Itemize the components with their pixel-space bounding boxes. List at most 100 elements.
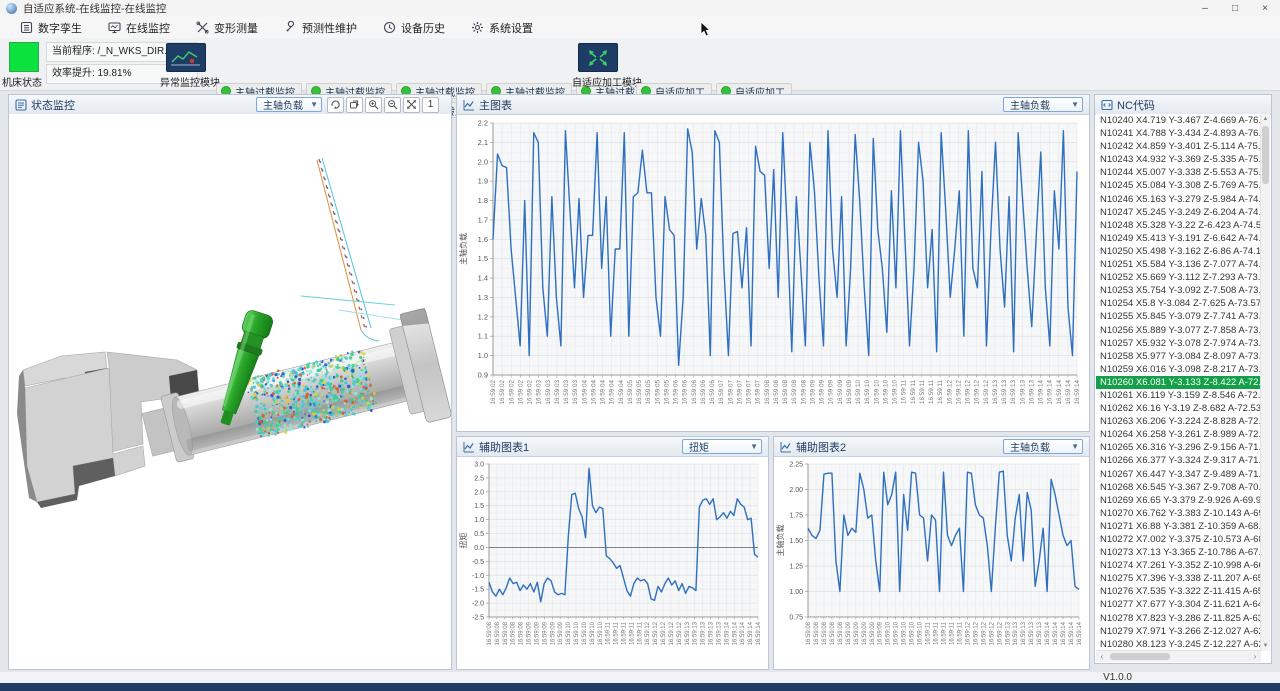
zoom-in-button[interactable] — [365, 97, 382, 113]
left-panel-signal-dropdown[interactable]: 主轴负载▼ — [256, 97, 322, 112]
svg-text:16:59:08: 16:59:08 — [773, 380, 780, 405]
anomaly-module[interactable]: 异常监控模块 — [160, 43, 212, 89]
menu-item-device-history[interactable]: 设备历史 — [377, 18, 451, 38]
menu-item-digital-twin[interactable]: 数字孪生 — [14, 18, 88, 38]
nc-code-line[interactable]: N10275 X7.396 Y-3.338 Z-11.207 A-65.95 — [1096, 572, 1261, 585]
nc-code-line[interactable]: N10254 X5.8 Y-3.084 Z-7.625 A-73.571 C — [1096, 297, 1261, 310]
scroll-down-icon[interactable]: ▼ — [1261, 641, 1270, 651]
nc-code-line[interactable]: N10272 X7.002 Y-3.375 Z-10.573 A-68.05 — [1096, 533, 1261, 546]
anomaly-module-label: 异常监控模块 — [160, 74, 212, 89]
nc-code-line[interactable]: N10249 X5.413 Y-3.191 Z-6.642 A-74.346 — [1096, 232, 1261, 245]
svg-text:2.2: 2.2 — [478, 119, 488, 128]
zoom-out-button[interactable] — [384, 97, 401, 113]
main-chart-signal-dropdown[interactable]: 主轴负载▼ — [1003, 97, 1083, 112]
scroll-right-icon[interactable]: › — [1249, 652, 1261, 661]
nc-code-line[interactable]: N10277 X7.677 Y-3.304 Z-11.621 A-64.48 — [1096, 598, 1261, 611]
nc-code-line[interactable]: N10264 X6.258 Y-3.261 Z-8.989 A-72.072 — [1096, 428, 1261, 441]
menu-item-settings[interactable]: 系统设置 — [465, 18, 539, 38]
maximize-button[interactable]: □ — [1220, 0, 1250, 17]
nc-code-line[interactable]: N10273 X7.13 Y-3.365 Z-10.786 A-67.372 — [1096, 546, 1261, 559]
nc-code-line[interactable]: N10255 X5.845 Y-3.079 Z-7.741 A-73.458 — [1096, 310, 1261, 323]
nc-code-line-selected[interactable]: N10260 X6.081 Y-3.133 Z-8.422 A-72.835 — [1096, 376, 1261, 389]
svg-text:16:59:14: 16:59:14 — [1053, 621, 1059, 645]
aux-chart1-signal-dropdown[interactable]: 扭矩▼ — [682, 439, 762, 454]
svg-text:16:59:09: 16:59:09 — [819, 380, 826, 405]
nc-code-line[interactable]: N10270 X6.762 Y-3.383 Z-10.143 A-69.34 — [1096, 507, 1261, 520]
nc-code-line[interactable]: N10266 X6.377 Y-3.324 Z-9.317 A-71.443 — [1096, 454, 1261, 467]
menu-item-deform-measure[interactable]: 变形测量 — [190, 18, 264, 38]
svg-text:16:59:03: 16:59:03 — [545, 380, 552, 405]
nc-code-line[interactable]: N10257 X5.932 Y-3.078 Z-7.974 A-73.243 — [1096, 337, 1261, 350]
nc-code-line[interactable]: N10253 X5.754 Y-3.092 Z-7.508 A-73.677 — [1096, 284, 1261, 297]
scroll-left-icon[interactable]: ‹ — [1096, 652, 1108, 661]
pan-view-button[interactable] — [346, 97, 363, 113]
deform-measure-icon — [196, 21, 209, 34]
svg-text:16:59:09: 16:59:09 — [870, 621, 876, 645]
svg-text:16:59:10: 16:59:10 — [582, 621, 588, 645]
nc-code-line[interactable]: N10268 X6.545 Y-3.367 Z-9.708 A-70.519 — [1096, 481, 1261, 494]
nc-code-line[interactable]: N10251 X5.584 Y-3.136 Z-7.077 A-74.012 — [1096, 258, 1261, 271]
nc-code-line[interactable]: N10242 X4.859 Y-3.401 Z-5.114 A-75.775 — [1096, 140, 1261, 153]
nc-code-line[interactable]: N10243 X4.932 Y-3.369 Z-5.335 A-75.523 — [1096, 153, 1261, 166]
menu-item-predictive-maintenance[interactable]: 预测性维护 — [278, 18, 363, 38]
nc-vscroll-thumb[interactable] — [1262, 126, 1269, 184]
svg-text:16:59:10: 16:59:10 — [566, 621, 572, 645]
nc-code-line[interactable]: N10246 X5.163 Y-3.279 Z-5.984 A-74.892 — [1096, 193, 1261, 206]
nc-code-line[interactable]: N10278 X7.823 Y-3.286 Z-11.825 A-63.73 — [1096, 612, 1261, 625]
svg-text:1.2: 1.2 — [478, 312, 488, 321]
nc-code-line[interactable]: N10258 X5.977 Y-3.084 Z-8.097 A-73.138 — [1096, 350, 1261, 363]
nc-code-line[interactable]: N10267 X6.447 Y-3.347 Z-9.489 A-71.055 — [1096, 468, 1261, 481]
svg-text:16:59:09: 16:59:09 — [854, 621, 860, 645]
svg-text:16:59:14: 16:59:14 — [1045, 621, 1051, 645]
nc-code-line[interactable]: N10271 X6.88 Y-3.381 Z-10.359 A-68.711 — [1096, 520, 1261, 533]
menu-item-online-monitor[interactable]: 在线监控 — [102, 18, 176, 38]
nc-code-line[interactable]: N10256 X5.889 Y-3.077 Z-7.858 A-73.348 — [1096, 324, 1261, 337]
close-button[interactable]: × — [1250, 0, 1280, 17]
nc-code-line[interactable]: N10276 X7.535 Y-3.322 Z-11.415 A-65.22 — [1096, 585, 1261, 598]
nc-hscroll-thumb[interactable] — [1110, 653, 1170, 660]
svg-text:16:59:11: 16:59:11 — [942, 621, 948, 645]
nc-code-line[interactable]: N10269 X6.65 Y-3.379 Z-9.926 A-69.947 C — [1096, 494, 1261, 507]
nc-code-line[interactable]: N10240 X4.719 Y-3.467 Z-4.669 A-76.396 — [1096, 114, 1261, 127]
svg-text:16:59:06: 16:59:06 — [682, 380, 689, 405]
nc-code-line[interactable]: N10262 X6.16 Y-3.19 Z-8.682 A-72.534 C — [1096, 402, 1261, 415]
rotate-view-button[interactable] — [327, 97, 344, 113]
machine-status-label: 机床状态 — [2, 74, 42, 89]
aux-chart2-signal-dropdown[interactable]: 主轴负载▼ — [1003, 439, 1083, 454]
nc-horizontal-scrollbar[interactable]: ‹ › — [1096, 650, 1261, 662]
nc-code-line[interactable]: N10247 X5.245 Y-3.249 Z-6.204 A-74.701 — [1096, 206, 1261, 219]
svg-text:16:59:06: 16:59:06 — [700, 380, 707, 405]
main-chart-panel: 主图表 主轴负载▼ 16:59:0216:59:0216:59:0216:59:… — [456, 94, 1090, 432]
aux-chart1-plot: 16:59:0816:59:0816:59:0816:59:0816:59:08… — [457, 457, 766, 669]
svg-text:16:59:12: 16:59:12 — [946, 380, 953, 405]
svg-text:0.0: 0.0 — [474, 545, 484, 552]
nc-code-line[interactable]: N10252 X5.669 Y-3.112 Z-7.293 A-73.844 — [1096, 271, 1261, 284]
svg-text:1.25: 1.25 — [789, 564, 803, 571]
nc-code-line[interactable]: N10280 X8.123 Y-3.245 Z-12.227 A-62.23 — [1096, 638, 1261, 651]
nc-vertical-scrollbar[interactable]: ▲ ▼ — [1260, 114, 1270, 651]
nc-code-line[interactable]: N10261 X6.119 Y-3.159 Z-8.546 A-72.701 — [1096, 389, 1261, 402]
nc-code-line[interactable]: N10265 X6.316 Y-3.296 Z-9.156 A-71.771 — [1096, 441, 1261, 454]
online-monitor-icon — [108, 21, 121, 34]
nc-code-line[interactable]: N10263 X6.206 Y-3.224 Z-8.828 A-72.33 C — [1096, 415, 1261, 428]
nc-code-line[interactable]: N10250 X5.498 Y-3.162 Z-6.86 A-74.178 C — [1096, 245, 1261, 258]
nc-code-line[interactable]: N10259 X6.016 Y-3.098 Z-8.217 A-73.036 — [1096, 363, 1261, 376]
svg-text:16:59:12: 16:59:12 — [645, 621, 651, 645]
aux-chart2-panel: 辅助图表2 主轴负载▼ 16:59:0816:59:0816:59:0816:5… — [773, 436, 1090, 670]
nc-code-line[interactable]: N10274 X7.261 Y-3.352 Z-10.998 A-66.67 — [1096, 559, 1261, 572]
nc-code-line[interactable]: N10244 X5.007 Y-3.338 Z-5.553 A-75.297 — [1096, 166, 1261, 179]
rotate-icon — [330, 99, 341, 110]
minimize-button[interactable]: – — [1190, 0, 1220, 17]
adaptive-module[interactable]: 自适应加工模块 — [572, 43, 624, 89]
nc-code-line[interactable]: N10248 X5.328 Y-3.22 Z-6.423 A-74.52 C — [1096, 219, 1261, 232]
nc-code-line[interactable]: N10241 X4.788 Y-3.434 Z-4.893 A-76.062 — [1096, 127, 1261, 140]
scroll-up-icon[interactable]: ▲ — [1261, 114, 1270, 124]
nc-code-line[interactable]: N10245 X5.084 Y-3.308 Z-5.769 A-75.088 — [1096, 179, 1261, 192]
chart-icon — [463, 441, 475, 453]
machine-3d-viewport[interactable] — [9, 114, 451, 669]
zoom-level-box[interactable]: 1 — [422, 97, 439, 113]
fit-view-button[interactable] — [403, 97, 420, 113]
nc-code-line[interactable]: N10279 X7.971 Y-3.266 Z-12.027 A-62.98 — [1096, 625, 1261, 638]
svg-text:-1.0: -1.0 — [472, 573, 484, 580]
svg-text:16:59:09: 16:59:09 — [846, 621, 852, 645]
